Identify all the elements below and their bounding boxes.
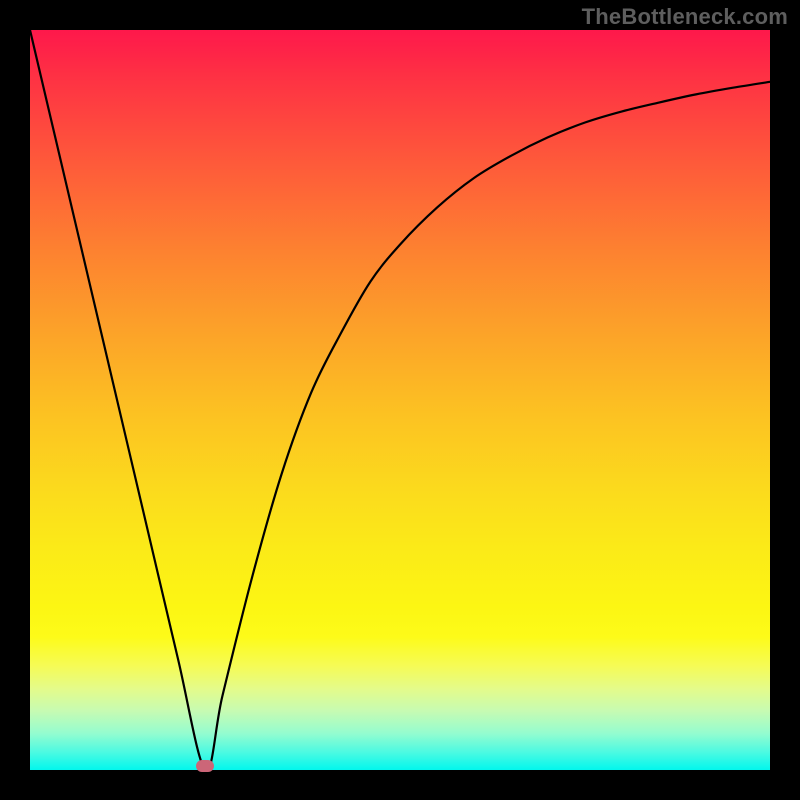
attribution-text: TheBottleneck.com: [582, 4, 788, 30]
chart-frame: TheBottleneck.com: [0, 0, 800, 800]
bottleneck-curve: [30, 30, 770, 770]
curve-minimum-marker: [196, 760, 214, 772]
plot-area: [30, 30, 770, 770]
